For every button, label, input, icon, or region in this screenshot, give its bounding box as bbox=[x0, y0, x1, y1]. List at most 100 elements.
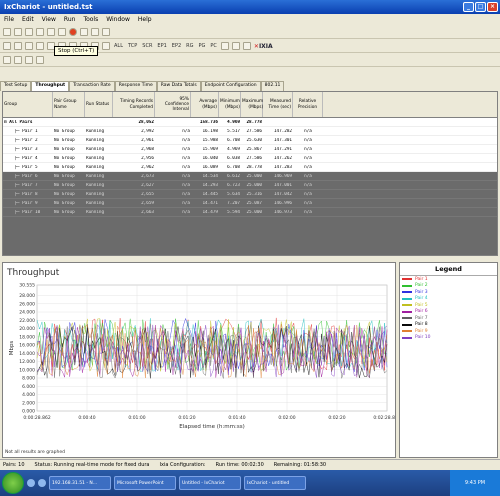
filter-rg[interactable]: RG bbox=[185, 43, 194, 49]
delete-pair-icon[interactable] bbox=[25, 42, 33, 50]
maximize-button[interactable]: □ bbox=[475, 2, 486, 12]
quicklaunch-icon[interactable] bbox=[27, 479, 35, 487]
table-row[interactable]: ├─ Pair 4 No Group Running 2,956 n/a 16.040 6.… bbox=[3, 154, 497, 163]
print-icon[interactable] bbox=[36, 28, 44, 36]
report-icon[interactable] bbox=[91, 28, 99, 36]
refresh-icon[interactable] bbox=[220, 42, 229, 50]
filter-all[interactable]: ALL bbox=[113, 43, 124, 49]
pair-name: Pair 2 bbox=[22, 137, 38, 143]
col-header[interactable]: Pair Group Name bbox=[53, 92, 85, 117]
table-row[interactable]: ├─ Pair 7 No Group Running 2,627 n/a 14.293 6.… bbox=[3, 181, 497, 190]
undo-icon[interactable] bbox=[3, 56, 11, 64]
col-header[interactable]: Timing Records Completed bbox=[113, 92, 155, 117]
col-header[interactable]: Group bbox=[3, 92, 53, 117]
cell-group: No Group bbox=[54, 155, 75, 161]
y-tick-label: 0.000 bbox=[22, 409, 35, 415]
table-row[interactable]: ├─ Pair 8 No Group Running 2,655 n/a 14.445 5.… bbox=[3, 190, 497, 199]
menu-file[interactable]: File bbox=[4, 16, 14, 23]
start-button[interactable] bbox=[2, 472, 24, 494]
col-header[interactable]: Maximum (Mbps) bbox=[241, 92, 263, 117]
cell-group: No Group bbox=[54, 209, 75, 215]
legend-title: Legend bbox=[400, 263, 497, 276]
splitter[interactable] bbox=[0, 258, 500, 261]
menu-edit[interactable]: Edit bbox=[22, 16, 34, 23]
col-header[interactable]: Minimum (Mbps) bbox=[219, 92, 241, 117]
taskbar-task[interactable]: IxChariot - untitled bbox=[244, 476, 306, 490]
filter-pc[interactable]: PC bbox=[209, 43, 218, 49]
tab-transaction-rate[interactable]: Transaction Rate bbox=[69, 81, 115, 91]
info-icon[interactable] bbox=[242, 42, 251, 50]
tab-802-11[interactable]: 802.11 bbox=[260, 81, 285, 91]
table-row[interactable]: ├─ Pair 1 No Group Running 2,992 n/a 16.198 5.… bbox=[3, 127, 497, 136]
new-icon[interactable] bbox=[3, 28, 11, 36]
cell-pair: ├─ Pair 4 bbox=[4, 155, 38, 161]
table-row[interactable]: ├─ Pair 2 No Group Running 2,961 n/a 15.988 6.… bbox=[3, 136, 497, 145]
cell-status: Running bbox=[86, 173, 105, 179]
y-tick-label: 4.000 bbox=[22, 392, 35, 398]
system-tray: 9:43 PM bbox=[450, 470, 500, 496]
copy-pair-icon[interactable] bbox=[36, 42, 44, 50]
table-row[interactable]: ├─ Pair 3 No Group Running 2,968 n/a 15.969 4.… bbox=[3, 145, 497, 154]
tab-throughput[interactable]: Throughput bbox=[31, 81, 70, 91]
menu-help[interactable]: Help bbox=[138, 16, 152, 23]
cell-ci: n/a bbox=[182, 200, 190, 206]
table-row[interactable]: ├─ Pair 9 No Group Running 2,659 n/a 14.471 7.… bbox=[3, 199, 497, 208]
col-header[interactable]: 95% Confidence Interval bbox=[155, 92, 191, 117]
cell-rp: n/a bbox=[304, 137, 312, 143]
save-icon[interactable] bbox=[25, 28, 33, 36]
taskbar-task[interactable]: Microsoft PowerPoint bbox=[114, 476, 176, 490]
quicklaunch-icon[interactable] bbox=[38, 479, 46, 487]
menu-window[interactable]: Window bbox=[106, 16, 130, 23]
cell-rp: n/a bbox=[304, 209, 312, 215]
tab-raw-data-totals[interactable]: Raw Data Totals bbox=[156, 81, 201, 91]
cell-group: No Group bbox=[54, 146, 75, 152]
cell-pair: ├─ Pair 8 bbox=[4, 191, 38, 197]
taskbar-task[interactable]: Untitled - IxChariot bbox=[179, 476, 241, 490]
tab-response-time[interactable]: Response Time bbox=[114, 81, 157, 91]
pair-name: Pair 1 bbox=[22, 128, 38, 134]
zoom-icon[interactable] bbox=[102, 42, 110, 50]
cell-status: Running bbox=[86, 164, 105, 170]
filter-pg[interactable]: PG bbox=[198, 43, 207, 49]
x-tick-label: 0:01:20 bbox=[178, 415, 195, 421]
filter-scr[interactable]: SCR bbox=[141, 43, 153, 49]
close-button[interactable]: × bbox=[487, 2, 498, 12]
legend-item[interactable]: Pair 10 bbox=[400, 335, 497, 342]
legend-label: Pair 6 bbox=[415, 309, 428, 315]
col-header[interactable]: Average (Mbps) bbox=[191, 92, 219, 117]
tab-test-setup[interactable]: Test Setup bbox=[0, 81, 32, 91]
open-icon[interactable] bbox=[14, 28, 22, 36]
properties-icon[interactable] bbox=[25, 56, 33, 64]
col-header[interactable]: Measured Time (sec) bbox=[263, 92, 293, 117]
options-icon[interactable] bbox=[102, 28, 110, 36]
col-header[interactable]: Run Status bbox=[85, 92, 113, 117]
table-row[interactable]: ├─ Pair 5 No Group Running 2,962 n/a 16.089 6.… bbox=[3, 163, 497, 172]
cut-icon[interactable] bbox=[47, 28, 55, 36]
legend-label: Pair 8 bbox=[415, 322, 428, 328]
menu-tools[interactable]: Tools bbox=[83, 16, 98, 23]
select-icon[interactable] bbox=[36, 56, 44, 64]
graph-icon[interactable] bbox=[231, 42, 240, 50]
menu-view[interactable]: View bbox=[42, 16, 56, 23]
pair-name: Pair 3 bbox=[22, 146, 38, 152]
pause-icon[interactable] bbox=[80, 28, 88, 36]
add-pair-icon[interactable] bbox=[3, 42, 11, 50]
edit-pair-icon[interactable] bbox=[14, 42, 22, 50]
x-axis-label: Elapsed time (h:mm:ss) bbox=[179, 424, 244, 430]
redo-icon[interactable] bbox=[14, 56, 22, 64]
x-tick-label: 0:02:00 bbox=[278, 415, 295, 421]
filter-tcp[interactable]: TCP bbox=[127, 43, 138, 49]
run-icon[interactable] bbox=[58, 28, 66, 36]
table-row[interactable]: ├─ Pair 6 No Group Running 2,673 n/a 14.534 6.… bbox=[3, 172, 497, 181]
table-row[interactable]: ├─ Pair 10 No Group Running 2,663 n/a 14.479 5… bbox=[3, 208, 497, 217]
menu-run[interactable]: Run bbox=[64, 16, 76, 23]
stop-icon[interactable] bbox=[69, 28, 77, 36]
minimize-button[interactable]: _ bbox=[463, 2, 474, 12]
all-pairs-row[interactable]: ⊟ All Pairs 28,052 158.736 4.969 28.778 bbox=[3, 118, 497, 127]
taskbar-task[interactable]: 192.168.31.51 - N... bbox=[49, 476, 111, 490]
throughput-chart-panel: Throughput 30.555 28.000 26.000 24.000 22.00… bbox=[2, 262, 396, 458]
col-header[interactable]: Relative Precision bbox=[293, 92, 323, 117]
tab-endpoint-configuration[interactable]: Endpoint Configuration bbox=[200, 81, 261, 91]
filter-ep1[interactable]: EP1 bbox=[156, 43, 167, 49]
filter-ep2[interactable]: EP2 bbox=[171, 43, 182, 49]
